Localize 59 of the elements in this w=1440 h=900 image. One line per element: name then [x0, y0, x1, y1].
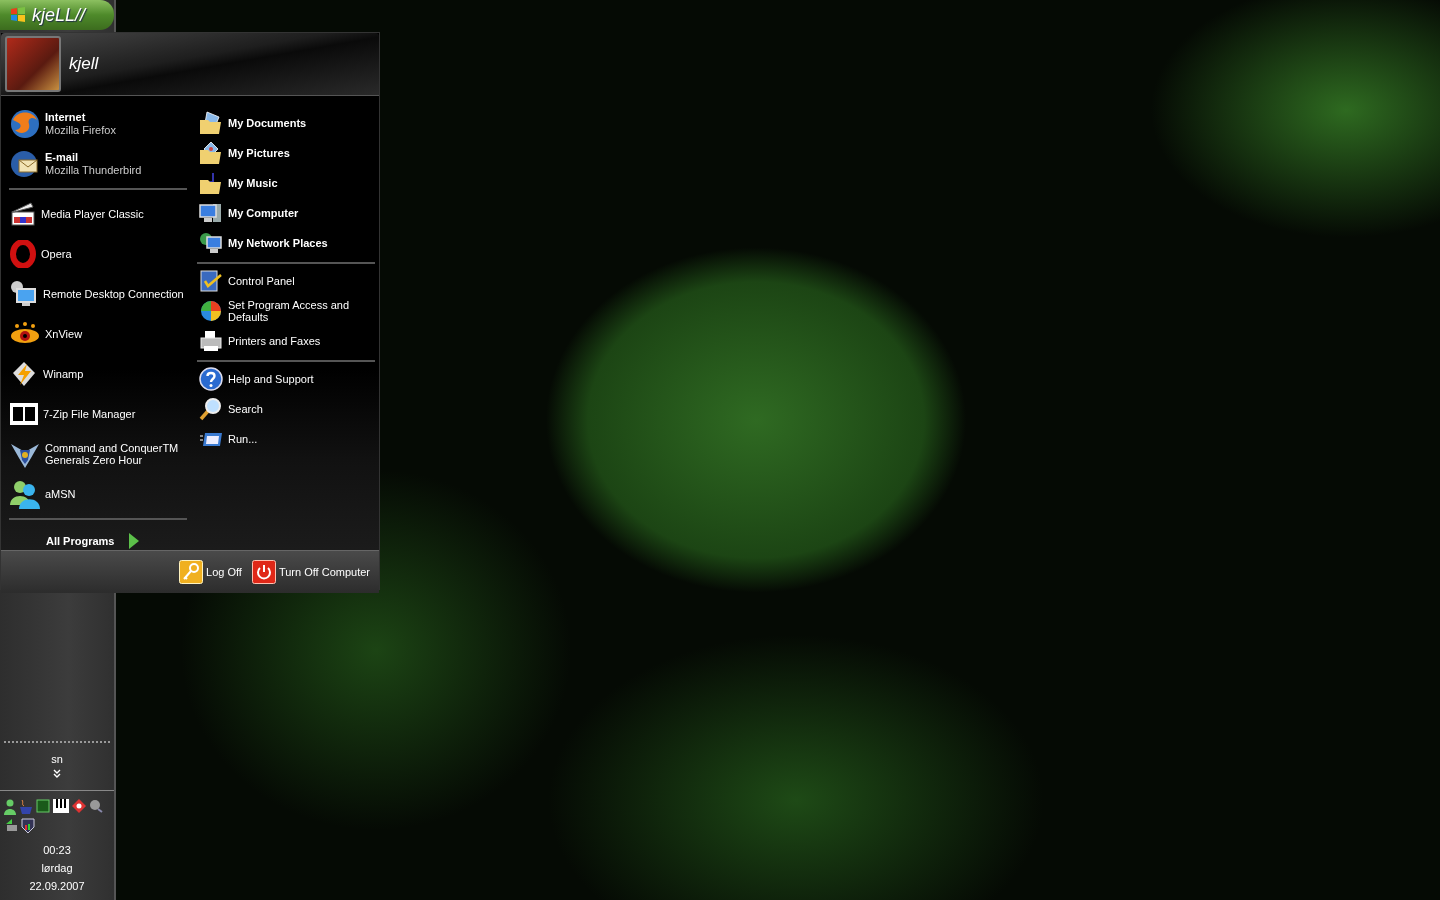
user-name: kjell [69, 54, 99, 74]
envelope-globe-icon [9, 148, 41, 180]
menu-item[interactable]: Internet Mozilla Firefox [9, 104, 187, 144]
help-icon [199, 367, 223, 391]
log-off-button[interactable]: Log Off [179, 560, 242, 584]
key-icon [179, 560, 203, 584]
menu-item[interactable]: Media Player Classic [9, 194, 187, 234]
people-icon [9, 479, 41, 509]
color-wheel-icon [199, 299, 223, 323]
menu-item[interactable]: My Network Places [197, 228, 375, 258]
menu-item[interactable]: Help and Support [197, 364, 375, 394]
power-icon [251, 560, 276, 584]
toolbar-label[interactable]: sn [51, 753, 63, 765]
menu-item[interactable]: Command and ConquerTM Generals Zero Hour [9, 434, 187, 474]
menu-item[interactable]: Set Program Access and Defaults [197, 296, 375, 326]
arrow-icon [128, 532, 141, 550]
network-arrow-icon[interactable] [4, 818, 18, 832]
menu-item[interactable]: My Music [197, 168, 375, 198]
turn-off-button[interactable]: Turn Off Computer [251, 560, 370, 584]
menu-item[interactable]: Printers and Faxes [197, 326, 375, 356]
menu-item[interactable]: E-mail Mozilla Thunderbird [9, 144, 187, 184]
person-icon[interactable] [4, 799, 16, 815]
menu-item[interactable]: 7-Zip File Manager [9, 394, 187, 434]
menu-item[interactable]: Control Panel [197, 266, 375, 296]
shield-icon[interactable] [21, 818, 35, 834]
computer-icon [199, 201, 223, 225]
menu-item[interactable]: Opera [9, 234, 187, 274]
clock-day: lørdag [41, 862, 73, 874]
ring-icon [9, 240, 37, 268]
folder-icon [199, 171, 223, 195]
menu-item[interactable]: Winamp [9, 354, 187, 394]
printer-icon [199, 329, 223, 353]
start-button[interactable]: kjeLL// [0, 0, 114, 30]
archive-icon [9, 402, 39, 426]
menu-item[interactable]: XnView [9, 314, 187, 354]
piano-keys-icon[interactable] [53, 799, 69, 813]
menu-item[interactable]: My Computer [197, 198, 375, 228]
clock-time[interactable]: 00:23 [43, 844, 71, 856]
control-panel-icon [199, 269, 223, 293]
globe-icon [9, 108, 41, 140]
menu-item[interactable]: Run... [197, 424, 375, 454]
folder-icon [199, 141, 223, 165]
menu-item[interactable]: Search [197, 394, 375, 424]
clock-date: 22.09.2007 [29, 880, 85, 892]
network-computer-icon [199, 231, 223, 255]
search-icon [199, 397, 223, 421]
window-flag-icon [10, 7, 26, 23]
chevron-icon[interactable] [53, 769, 61, 778]
menu-item[interactable]: My Pictures [197, 138, 375, 168]
menu-item[interactable]: aMSN [9, 474, 187, 514]
eye-icon [9, 322, 41, 346]
menu-item[interactable]: Remote Desktop Connection [9, 274, 187, 314]
monitor-icon [9, 279, 39, 309]
clapperboard-icon [9, 200, 37, 228]
folder-icon [199, 111, 223, 135]
all-programs-button[interactable]: All Programs [9, 524, 187, 550]
menu-item[interactable]: My Documents [197, 108, 375, 138]
diamond-icon[interactable] [72, 799, 86, 813]
user-picture[interactable] [5, 36, 61, 92]
